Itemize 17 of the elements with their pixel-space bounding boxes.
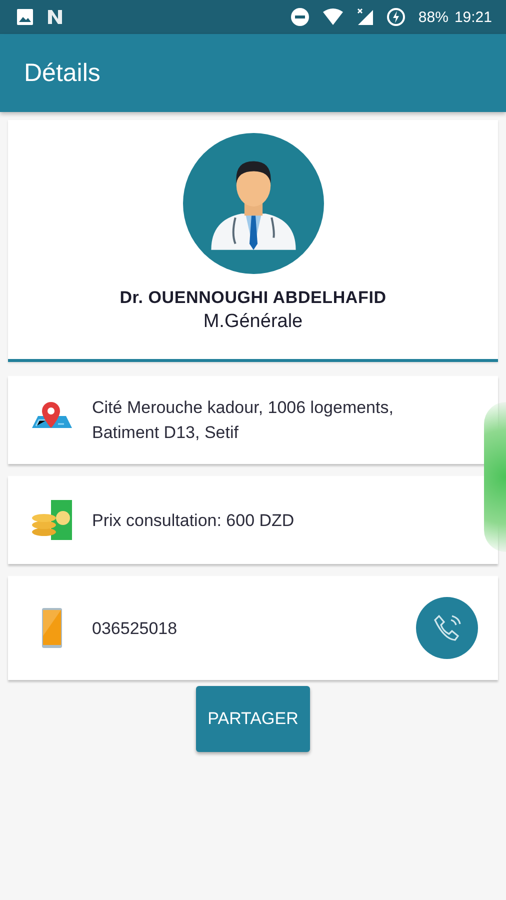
info-text: 036525018 xyxy=(92,618,178,640)
doctor-name: Dr. OUENNOUGHI ABDELHAFID xyxy=(120,288,386,308)
image-icon xyxy=(16,8,34,26)
share-button[interactable]: PARTAGER xyxy=(196,686,310,752)
info-text: Prix consultation: 600 DZD xyxy=(92,510,296,532)
money-icon xyxy=(30,498,74,542)
wifi-icon xyxy=(322,8,344,26)
info-text: Cité Merouche kadour, 1006 logements, Batiment D13, Setif xyxy=(92,397,394,444)
screen-title: Détails xyxy=(24,58,100,88)
phone-icon xyxy=(432,613,462,643)
n-logo-icon xyxy=(46,8,64,26)
do-not-disturb-icon xyxy=(290,7,310,27)
doctor-specialty: M.Générale xyxy=(203,311,303,333)
clock: 19:21 xyxy=(454,8,492,26)
signal-icon xyxy=(356,8,374,26)
battery-level: 88% xyxy=(418,8,448,26)
battery-saver-icon xyxy=(386,7,406,27)
